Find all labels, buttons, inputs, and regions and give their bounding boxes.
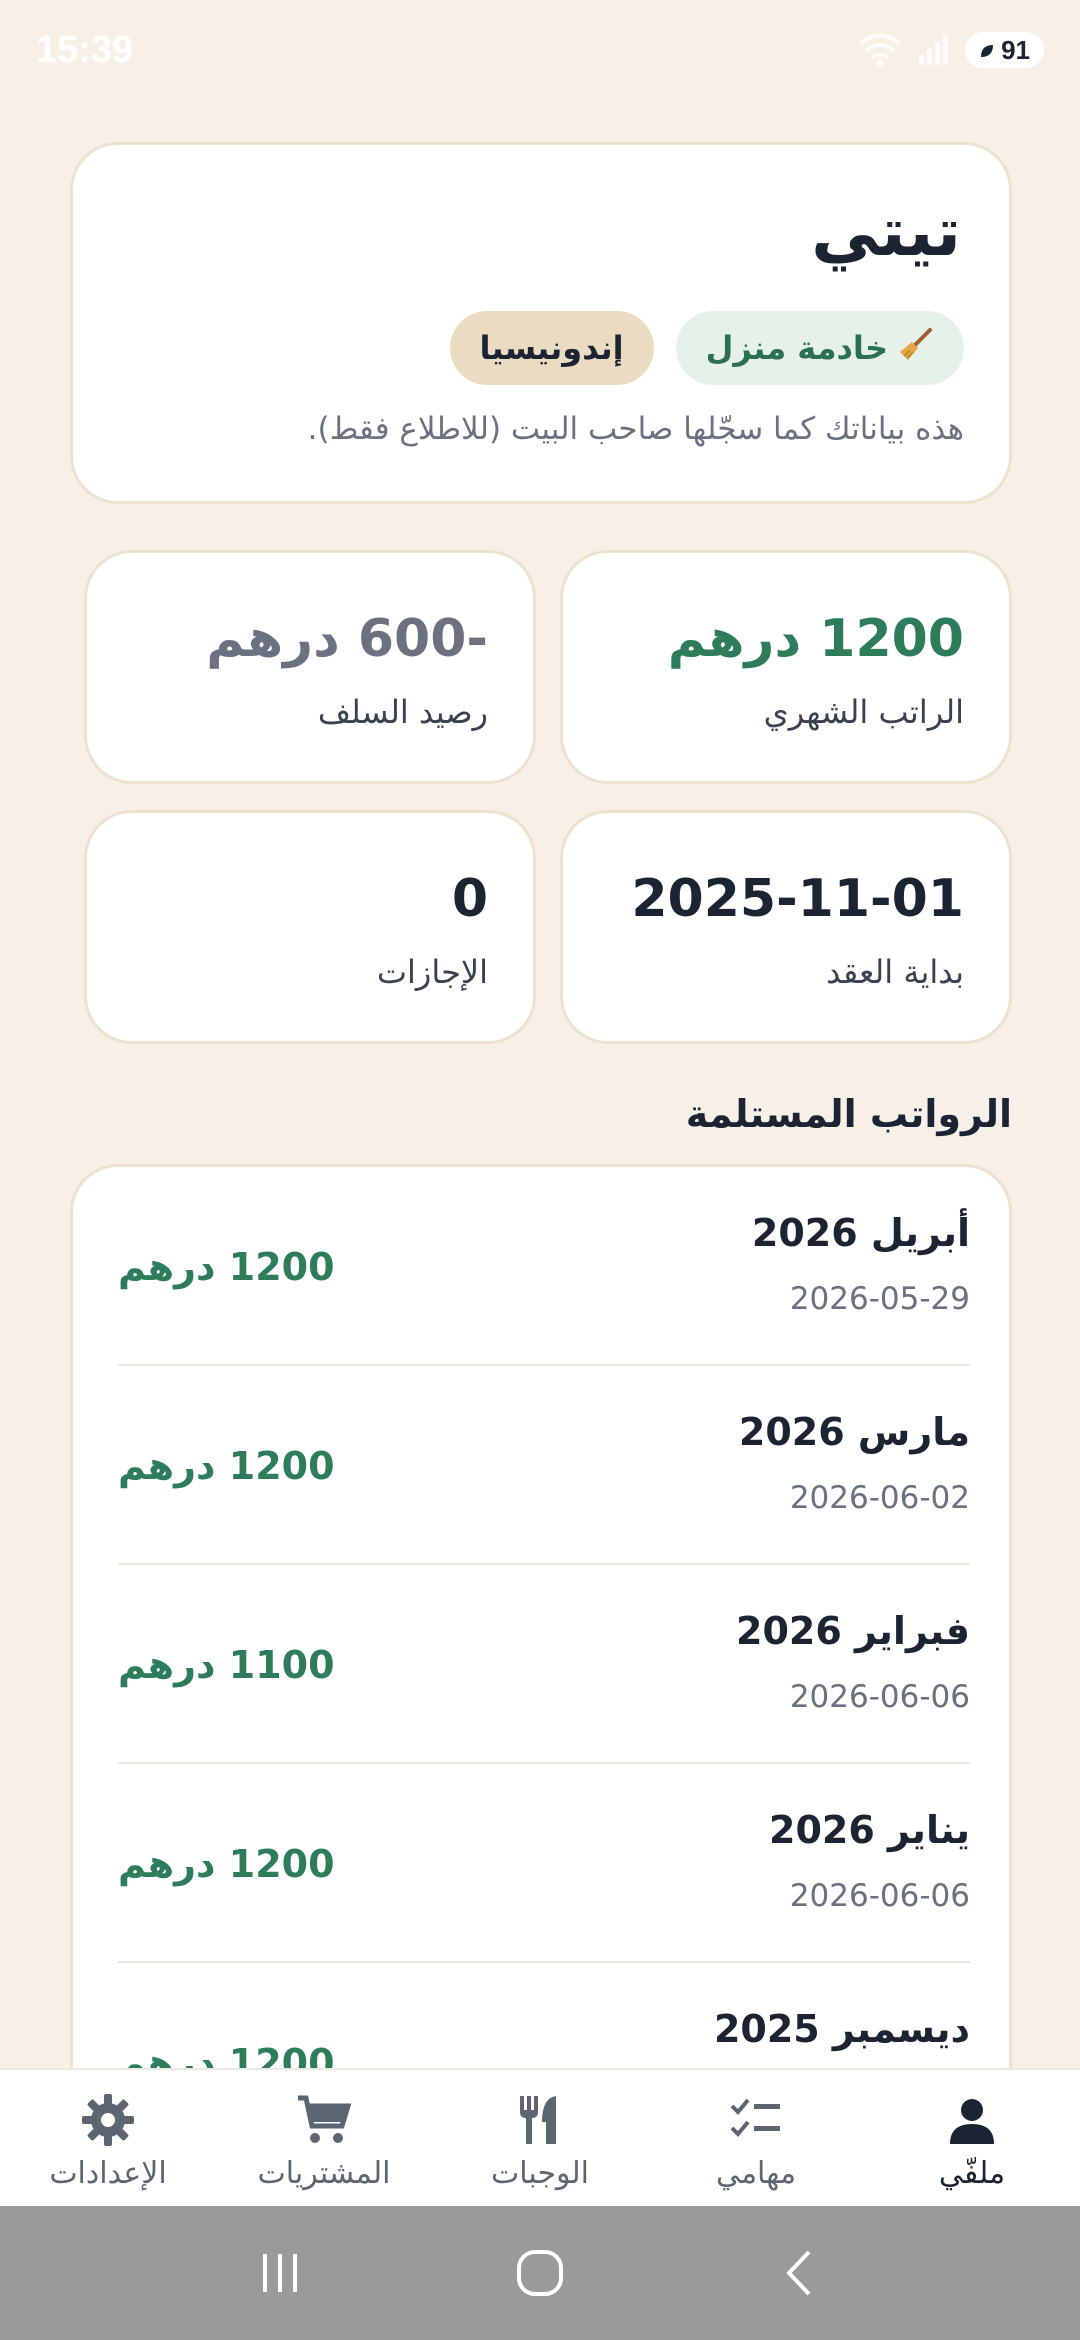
nav-label: ملفّي (938, 2155, 1006, 2191)
nav-label: مهامي (715, 2155, 797, 2191)
stat-advance-balance: -600 درهم رصيد السلف (84, 550, 536, 784)
salary-row: أبريل 2026 2026-05-29 1200 درهم (118, 1167, 970, 1366)
utensils-icon (512, 2092, 568, 2148)
nav-item-profile[interactable]: ملفّي (864, 2070, 1080, 2206)
stat-monthly-salary: 1200 درهم الراتب الشهري (560, 550, 1012, 784)
recent-apps-icon[interactable] (255, 2248, 305, 2298)
stat-value: -600 درهم (206, 609, 488, 669)
salary-month: فبراير 2026 (736, 1609, 970, 1653)
salary-month: مارس 2026 (738, 1410, 970, 1454)
back-icon[interactable] (775, 2248, 825, 2298)
system-nav-bar (0, 2206, 1080, 2340)
salary-row: مارس 2026 2026-06-02 1200 درهم (118, 1366, 970, 1565)
status-time: 15:39 (36, 28, 134, 71)
salary-month: يناير 2026 (769, 1808, 970, 1852)
nav-item-purchases[interactable]: المشتريات (216, 2070, 432, 2206)
stat-value: 0 (451, 869, 488, 929)
nav-item-meals[interactable]: الوجبات (432, 2070, 648, 2206)
stat-leaves: 0 الإجازات (84, 810, 536, 1044)
stat-contract-start: 2025-11-01 بداية العقد (560, 810, 1012, 1044)
salary-amount: 1200 درهم (118, 1444, 335, 1488)
profile-chips: خادمة منزل إندونيسيا (449, 311, 964, 385)
country-label: إندونيسيا (479, 329, 624, 367)
nav-label: الإعدادات (49, 2155, 167, 2191)
bottom-nav: ملفّي مهامي الوجبات المشتريات الإعدادات (0, 2068, 1080, 2206)
stat-label: رصيد السلف (317, 693, 488, 731)
stat-value: 1200 درهم (667, 609, 964, 669)
salary-row: يناير 2026 2026-06-06 1200 درهم (118, 1764, 970, 1963)
role-label: خادمة منزل (705, 329, 888, 367)
broom-icon (898, 326, 934, 370)
nav-item-settings[interactable]: الإعدادات (0, 2070, 216, 2206)
profile-card: تيتي خادمة منزل إندونيسيا هذه بياناتك كم… (70, 142, 1012, 504)
status-icons: 91 (857, 32, 1044, 68)
salaries-section-title: الرواتب المستلمة (685, 1092, 1012, 1136)
nav-label: الوجبات (491, 2155, 589, 2191)
stat-value: 2025-11-01 (631, 869, 964, 929)
salary-amount: 1100 درهم (118, 1643, 335, 1687)
salaries-list[interactable]: أبريل 2026 2026-05-29 1200 درهم مارس 202… (70, 1164, 1012, 2164)
stat-label: الراتب الشهري (763, 693, 964, 731)
salary-date: 2026-06-02 (789, 1480, 970, 1516)
cart-icon (296, 2092, 352, 2148)
profile-name: تيتي (811, 193, 961, 272)
salary-date: 2026-05-29 (789, 1281, 970, 1317)
signal-icon (917, 33, 951, 67)
battery-level: 91 (1001, 34, 1030, 65)
salary-amount: 1200 درهم (118, 1842, 335, 1886)
checklist-icon (728, 2092, 784, 2148)
nav-item-tasks[interactable]: مهامي (648, 2070, 864, 2206)
status-bar: 15:39 91 (0, 0, 1080, 100)
salary-date: 2026-06-06 (789, 1878, 970, 1914)
salary-month: ديسمبر 2025 (713, 2007, 970, 2051)
person-icon (944, 2092, 1000, 2148)
stat-label: بداية العقد (826, 953, 964, 991)
salary-date: 2026-06-06 (789, 1679, 970, 1715)
salary-row: فبراير 2026 2026-06-06 1100 درهم (118, 1565, 970, 1764)
battery-leaf-icon (979, 35, 995, 66)
home-icon[interactable] (515, 2248, 565, 2298)
battery-indicator: 91 (965, 32, 1044, 68)
salary-month: أبريل 2026 (751, 1211, 970, 1255)
role-chip: خادمة منزل (675, 311, 964, 385)
salary-amount: 1200 درهم (118, 1245, 335, 1289)
wifi-icon (857, 33, 903, 67)
stat-label: الإجازات (376, 953, 488, 991)
profile-note: هذه بياناتك كما سجّلها صاحب البيت (للاطل… (307, 411, 964, 447)
country-chip: إندونيسيا (449, 311, 654, 385)
nav-label: المشتريات (257, 2155, 391, 2191)
gear-icon (80, 2092, 136, 2148)
